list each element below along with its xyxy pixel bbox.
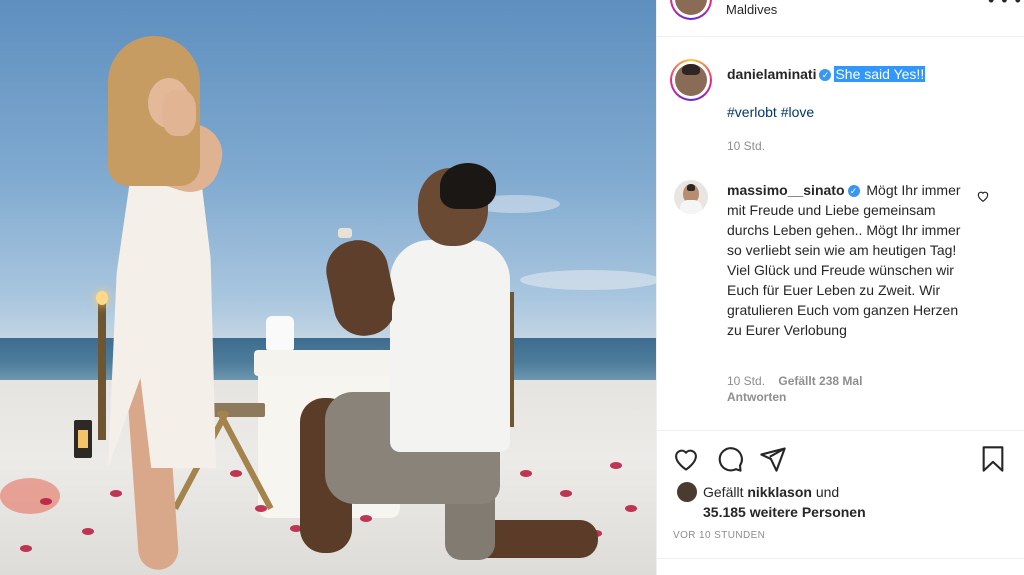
caption-time[interactable]: 10 Std. xyxy=(727,139,765,153)
author-avatar[interactable] xyxy=(670,59,712,101)
woman-dress xyxy=(108,168,216,468)
caption-text: She said Yes!! xyxy=(834,66,926,82)
comment-icon[interactable] xyxy=(716,445,744,473)
lantern xyxy=(74,420,92,458)
comment-heart-icon[interactable] xyxy=(976,189,990,203)
rose-petal xyxy=(40,498,52,505)
caption: danielaminati ✓ She said Yes!! xyxy=(727,64,926,84)
man-hair xyxy=(440,163,496,209)
comment-time[interactable]: 10 Std. xyxy=(727,374,765,388)
likes-count[interactable]: 35.185 weitere Personen xyxy=(703,504,866,520)
caption-hashtags[interactable]: #verlobt #love xyxy=(727,104,814,120)
likes-conj: und xyxy=(815,484,840,500)
bookmark-icon[interactable] xyxy=(979,445,1007,473)
comment-text: Mögt Ihr immer mit Freude und Liebe geme… xyxy=(727,182,961,338)
more-dots-icon[interactable]: • • • xyxy=(988,0,1022,11)
post-photo[interactable] xyxy=(0,0,656,575)
ring-box xyxy=(338,228,352,238)
torch-flame xyxy=(96,291,108,305)
rose-petal xyxy=(360,515,372,522)
caption-author[interactable]: danielaminati xyxy=(727,66,816,82)
napkin xyxy=(266,316,294,350)
reply-button[interactable]: Antworten xyxy=(727,390,786,404)
commenter-avatar[interactable] xyxy=(674,180,708,214)
rose-petal xyxy=(20,545,32,552)
comment: massimo__sinato ✓ Mögt Ihr immer mit Freu… xyxy=(727,180,963,340)
heart-icon[interactable] xyxy=(672,445,700,473)
post-location[interactable]: Maldives xyxy=(726,2,777,17)
torch xyxy=(98,300,106,440)
man-sleeve xyxy=(392,290,454,360)
likes-summary: Gefällt nikklason und 35.185 weitere Per… xyxy=(703,482,866,522)
rose-petal xyxy=(560,490,572,497)
rose-petal xyxy=(110,490,122,497)
verified-badge-icon: ✓ xyxy=(819,69,832,81)
divider xyxy=(656,36,1024,37)
rose-petal xyxy=(625,505,637,512)
rose-petal xyxy=(255,505,267,512)
rose-petal xyxy=(82,528,94,535)
light-glow xyxy=(0,478,60,514)
comment-author[interactable]: massimo__sinato xyxy=(727,182,845,198)
likes-prefix: Gefällt xyxy=(703,484,744,500)
liker-username[interactable]: nikklason xyxy=(747,484,812,500)
paper-plane-icon[interactable] xyxy=(759,445,787,473)
comment-likes[interactable]: Gefällt 238 Mal xyxy=(778,374,862,388)
woman-hands xyxy=(162,90,196,136)
rose-petal xyxy=(610,462,622,469)
post-timestamp[interactable]: VOR 10 STUNDEN xyxy=(673,530,765,541)
divider xyxy=(656,558,1024,559)
rose-petal xyxy=(230,470,242,477)
rose-petal xyxy=(520,470,532,477)
liker-avatar[interactable] xyxy=(677,482,697,502)
verified-badge-icon: ✓ xyxy=(847,185,860,197)
comment-meta: 10 Std. Gefällt 238 Mal Antworten xyxy=(727,373,947,405)
cloud xyxy=(520,270,656,290)
divider xyxy=(656,430,1024,431)
